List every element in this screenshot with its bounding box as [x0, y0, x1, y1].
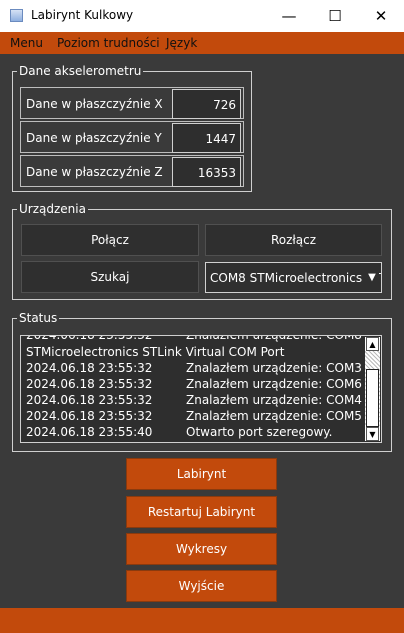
scroll-thumb[interactable]: [366, 369, 379, 427]
log-scrollbar[interactable]: ▲ ▼: [365, 337, 380, 441]
window-title: Labirynt Kulkowy: [31, 8, 134, 22]
accel-y-value: 1447: [172, 123, 241, 153]
status-log[interactable]: 2024.06.18 23:55:32 Znalazłem urządzenie…: [20, 335, 382, 443]
accel-x-label: Dane w płaszczyźnie X: [26, 97, 163, 111]
title-bar: Labirynt Kulkowy — ☐ ✕: [0, 0, 404, 32]
scroll-up-icon[interactable]: ▲: [366, 337, 379, 351]
search-button[interactable]: Szukaj: [21, 261, 199, 293]
connect-button[interactable]: Połącz: [21, 224, 199, 256]
close-button[interactable]: ✕: [358, 0, 404, 32]
accelerometer-group-title: Dane akselerometru: [19, 64, 142, 78]
app-icon: [10, 9, 23, 22]
dropdown-arrow-icon[interactable]: ▼: [365, 267, 379, 287]
devices-group-title: Urządzenia: [19, 202, 86, 216]
minimize-button[interactable]: —: [266, 0, 312, 32]
menu-item-menu[interactable]: Menu: [10, 36, 43, 50]
menu-item-language[interactable]: Język: [166, 36, 197, 50]
status-group-title: Status: [19, 311, 58, 325]
menu-item-difficulty[interactable]: Poziom trudności: [57, 36, 160, 50]
bottom-bar: [0, 608, 404, 633]
labyrinth-button[interactable]: Labirynt: [126, 458, 277, 490]
accel-y-label: Dane w płaszczyźnie Y: [26, 131, 162, 145]
maximize-button[interactable]: ☐: [312, 0, 358, 32]
accel-z-label: Dane w płaszczyźnie Z: [26, 165, 163, 179]
accel-x-value: 726: [172, 89, 241, 119]
exit-button[interactable]: Wyjście: [126, 570, 277, 602]
charts-button[interactable]: Wykresy: [126, 533, 277, 565]
disconnect-button[interactable]: Rozłącz: [205, 224, 382, 256]
scroll-down-icon[interactable]: ▼: [366, 427, 379, 441]
restart-labyrinth-button[interactable]: Restartuj Labirynt: [126, 496, 277, 528]
menu-bar: Menu Poziom trudności Język: [0, 32, 404, 54]
selected-port: COM8 STMicroelectronics STLink Virtual C…: [210, 271, 381, 285]
port-select[interactable]: COM8 STMicroelectronics STLink Virtual C…: [205, 262, 382, 293]
accel-z-value: 16353: [172, 157, 241, 187]
